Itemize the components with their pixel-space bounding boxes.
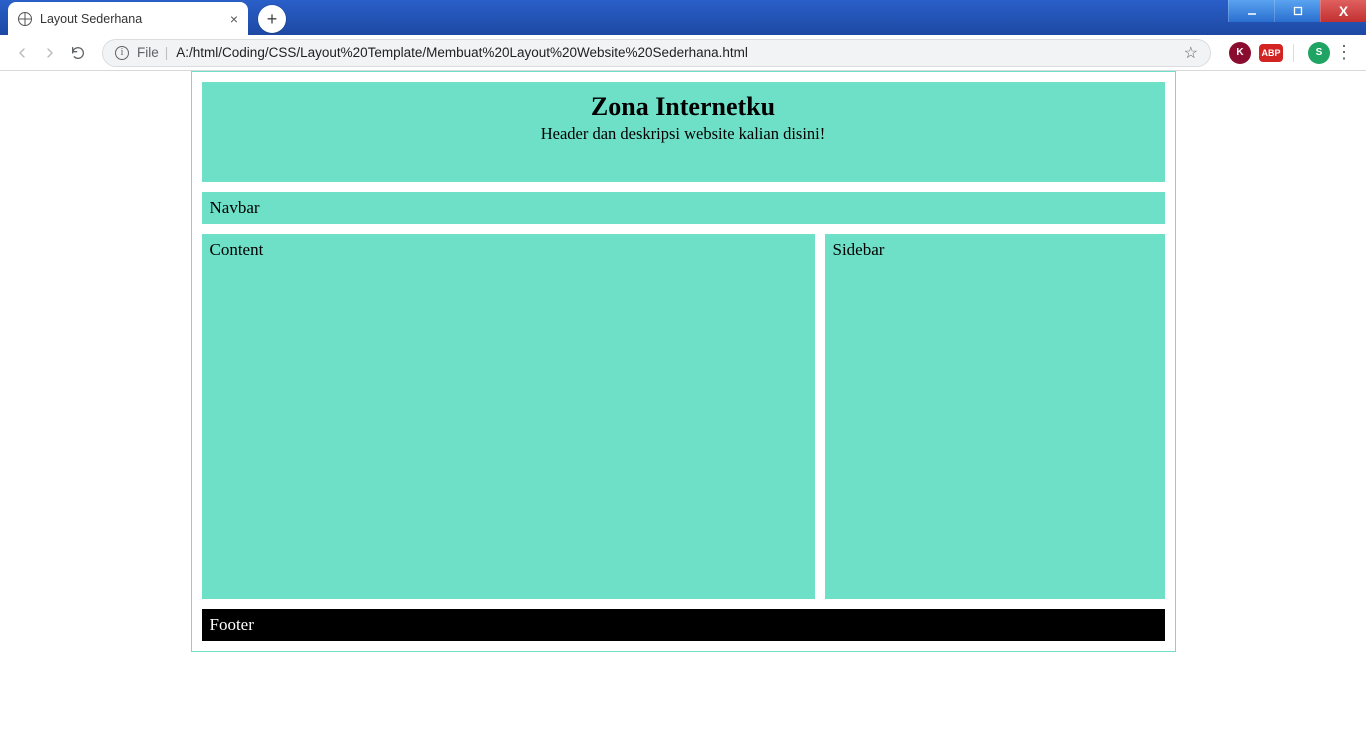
browser-titlebar: Layout Sederhana × + X	[0, 0, 1366, 35]
window-minimize-button[interactable]	[1228, 0, 1274, 22]
navbar-section: Navbar	[202, 192, 1165, 224]
site-title: Zona Internetku	[212, 92, 1155, 122]
main-row: Content Sidebar	[202, 234, 1165, 599]
url-separator: |	[165, 45, 169, 60]
new-tab-button[interactable]: +	[258, 5, 286, 33]
profile-avatar-button[interactable]: S	[1308, 42, 1330, 64]
address-bar[interactable]: i File | A:/html/Coding/CSS/Layout%20Tem…	[102, 39, 1211, 67]
url-path: A:/html/Coding/CSS/Layout%20Template/Mem…	[176, 45, 748, 60]
window-close-button[interactable]: X	[1320, 0, 1366, 22]
page-info-icon[interactable]: i	[115, 46, 129, 60]
sidebar-section: Sidebar	[825, 234, 1165, 599]
globe-icon	[18, 12, 32, 26]
nav-forward-button[interactable]	[36, 39, 64, 67]
footer-section: Footer	[202, 609, 1165, 641]
tab-close-icon[interactable]: ×	[230, 12, 238, 26]
toolbar-separator	[1293, 44, 1294, 62]
navbar-label: Navbar	[210, 198, 260, 217]
browser-menu-button[interactable]: ⋮	[1330, 39, 1358, 67]
extension-abp-button[interactable]: ABP	[1259, 44, 1283, 62]
content-label: Content	[210, 240, 264, 259]
footer-label: Footer	[210, 615, 254, 634]
window-controls: X	[1228, 0, 1366, 22]
browser-toolbar: i File | A:/html/Coding/CSS/Layout%20Tem…	[0, 35, 1366, 71]
tab-title: Layout Sederhana	[40, 12, 142, 26]
browser-tab[interactable]: Layout Sederhana ×	[8, 2, 248, 35]
url-scheme-label: File	[137, 45, 159, 60]
window-maximize-button[interactable]	[1274, 0, 1320, 22]
site-subtitle: Header dan deskripsi website kalian disi…	[212, 124, 1155, 144]
bookmark-star-icon[interactable]: ☆	[1184, 43, 1198, 63]
layout-container: Zona Internetku Header dan deskripsi web…	[191, 71, 1176, 652]
header-section: Zona Internetku Header dan deskripsi web…	[202, 82, 1165, 182]
extension-k-button[interactable]: K	[1229, 42, 1251, 64]
sidebar-label: Sidebar	[833, 240, 885, 259]
content-section: Content	[202, 234, 815, 599]
page-viewport: Zona Internetku Header dan deskripsi web…	[0, 71, 1366, 729]
nav-back-button[interactable]	[8, 39, 36, 67]
nav-reload-button[interactable]	[64, 39, 92, 67]
